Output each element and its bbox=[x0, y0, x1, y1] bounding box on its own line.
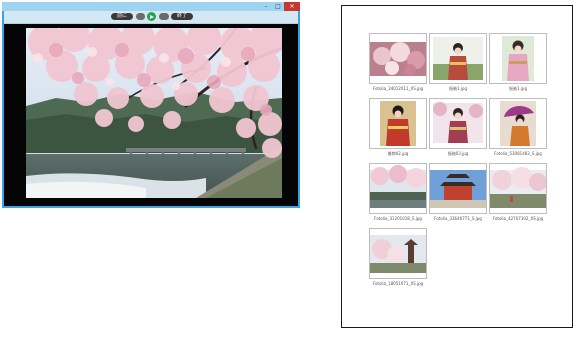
slideshow-toolbar: 前に 終了 bbox=[4, 11, 298, 24]
kimono-woman-image bbox=[380, 101, 416, 146]
thumbnail-caption: Fotolia_33646771_S.jpg bbox=[434, 216, 482, 221]
kimono-woman-image bbox=[433, 37, 483, 80]
thumbnail-caption: Fotolia_31201018_S.jpg bbox=[374, 216, 422, 221]
blossom-closeup-image bbox=[370, 42, 426, 76]
pagoda-blossom-image bbox=[370, 235, 426, 273]
thumbnail-caption: 振袖1.jpg bbox=[448, 86, 467, 91]
thumbnail-item[interactable]: Fotolia_34012011_XS.jpg bbox=[369, 33, 427, 92]
thumbnail-image bbox=[369, 228, 427, 279]
photo-viewer-window: – □ ✕ 前に 終了 bbox=[2, 2, 300, 208]
thumbnail-caption: Fotolia_53081483_S.jpg bbox=[494, 151, 542, 156]
title-bar: – □ ✕ bbox=[2, 2, 300, 11]
close-window-button[interactable]: ✕ bbox=[284, 2, 300, 11]
thumbnail-caption: Fotolia_34012011_XS.jpg bbox=[372, 86, 424, 91]
play-icon bbox=[150, 14, 154, 19]
thumbnail-caption: 振袖03.jpg bbox=[447, 151, 469, 156]
prev-button[interactable]: 前に bbox=[111, 13, 133, 20]
kimono-umbrella-image bbox=[500, 101, 536, 146]
thumbnail-caption: Fotolia_18051071_XS.jpg bbox=[372, 281, 424, 286]
thumbnail-image bbox=[489, 98, 547, 149]
kimono-woman-image bbox=[433, 102, 483, 143]
cherry-park-image bbox=[490, 167, 546, 208]
thumbnail-caption: 着物02.jpg bbox=[387, 151, 409, 156]
close-slideshow-button[interactable]: 終了 bbox=[171, 13, 193, 20]
thumbnail-image bbox=[429, 163, 487, 214]
thumbnail-item[interactable]: 振袖03.jpg bbox=[429, 98, 487, 157]
thumbnail-image bbox=[369, 98, 427, 149]
thumbnail-image bbox=[429, 98, 487, 149]
thumbnail-item[interactable]: Fotolia_33646771_S.jpg bbox=[429, 163, 487, 222]
thumbnail-item[interactable]: Fotolia_42707302_XS.jpg bbox=[489, 163, 547, 222]
thumbnail-item[interactable]: 振袖1.jpg bbox=[489, 33, 547, 92]
kimono-woman-image bbox=[502, 36, 534, 81]
thumbnail-image bbox=[429, 33, 487, 84]
cherry-river-image bbox=[370, 165, 426, 208]
thumbnail-item[interactable]: 着物02.jpg bbox=[369, 98, 427, 157]
thumbnail-image bbox=[489, 163, 547, 214]
thumbnail-image bbox=[369, 163, 427, 214]
next-small-button[interactable] bbox=[159, 13, 169, 20]
thumbnail-print-page: Fotolia_34012011_XS.jpg 振袖1.jpg 振袖1.jpg … bbox=[341, 5, 573, 328]
temple-gate-image bbox=[430, 170, 486, 208]
cherry-blossom-river-image bbox=[26, 28, 282, 198]
window-controls: – □ ✕ bbox=[260, 2, 300, 11]
thumbnail-item[interactable]: Fotolia_18051071_XS.jpg bbox=[369, 228, 427, 287]
thumbnail-image bbox=[489, 33, 547, 84]
minimize-button[interactable]: – bbox=[260, 2, 272, 11]
maximize-button[interactable]: □ bbox=[272, 2, 284, 11]
play-button[interactable] bbox=[147, 12, 156, 21]
thumbnail-caption: Fotolia_42707302_XS.jpg bbox=[492, 216, 544, 221]
slideshow-stage bbox=[4, 24, 298, 206]
thumbnail-caption: 振袖1.jpg bbox=[508, 86, 527, 91]
stop-button[interactable] bbox=[136, 13, 145, 20]
thumbnail-image bbox=[369, 33, 427, 84]
thumbnail-item[interactable]: 振袖1.jpg bbox=[429, 33, 487, 92]
thumbnail-item[interactable]: Fotolia_31201018_S.jpg bbox=[369, 163, 427, 222]
thumbnail-item[interactable]: Fotolia_53081483_S.jpg bbox=[489, 98, 547, 157]
cherry-blossom-photo bbox=[26, 28, 282, 198]
